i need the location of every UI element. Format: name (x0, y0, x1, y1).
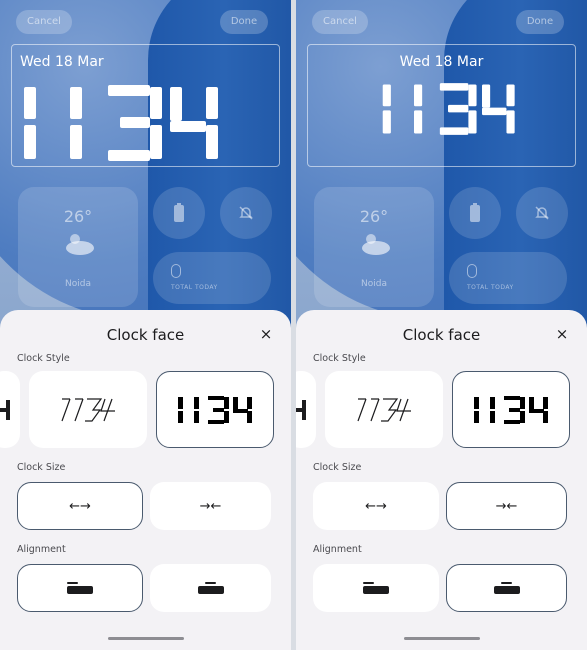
battery-icon (153, 187, 205, 239)
steps-widget[interactable]: TOTAL TODAY (449, 252, 567, 304)
clock-size-large[interactable]: ←→ (17, 482, 143, 530)
clock-style-option-thin[interactable] (29, 371, 147, 448)
clock-preview[interactable]: Wed 18 Mar (307, 44, 576, 167)
weather-city: Noida (65, 279, 91, 289)
clock-face-sheet: Clock face × Clock Style Clock Size ←→ →… (0, 310, 291, 650)
clock-style-option-bold[interactable] (452, 371, 570, 448)
alignment-center[interactable] (446, 564, 567, 612)
thin-clock-glyph (357, 397, 411, 422)
alignment-left[interactable] (313, 564, 439, 612)
lockscreen-wallpaper: Cancel Done Wed 18 Mar 26° Noida TOTAL T… (0, 0, 291, 340)
weather-city: Noida (361, 279, 387, 289)
home-indicator (404, 637, 480, 640)
bell-off-icon (220, 187, 272, 239)
lock-time-small (380, 83, 516, 135)
cloudy-sun-icon (66, 234, 94, 255)
cancel-button[interactable]: Cancel (16, 10, 72, 34)
bold-clock-glyph (178, 395, 252, 424)
close-icon[interactable]: × (553, 325, 571, 343)
done-button[interactable]: Done (516, 10, 564, 34)
alignment-label: Alignment (313, 544, 362, 555)
lock-date: Wed 18 Mar (20, 54, 104, 70)
shrink-arrows-icon: →← (199, 498, 222, 514)
right-screen: Cancel Done Wed 18 Mar 26° Noida TOTAL T… (296, 0, 587, 650)
left-screen: Cancel Done Wed 18 Mar 26° Noida TOTAL T… (0, 0, 291, 650)
battery-widget[interactable] (449, 187, 501, 239)
expand-arrows-icon: ←→ (69, 498, 91, 514)
mute-widget[interactable] (220, 187, 272, 239)
clock-style-option-thin[interactable] (325, 371, 443, 448)
footprint-icon (171, 264, 181, 278)
alignment-left[interactable] (17, 564, 143, 612)
thin-clock-glyph (61, 397, 115, 422)
alignment-center[interactable] (150, 564, 271, 612)
close-icon[interactable]: × (257, 325, 275, 343)
clock-size-large[interactable]: ←→ (313, 482, 439, 530)
align-center-icon (197, 582, 224, 594)
steps-label: TOTAL TODAY (467, 284, 514, 291)
cloudy-sun-icon (362, 234, 390, 255)
bell-off-icon (516, 187, 568, 239)
done-button[interactable]: Done (220, 10, 268, 34)
home-indicator (108, 637, 184, 640)
sheet-title: Clock face (106, 326, 185, 344)
clock-size-label: Clock Size (17, 462, 66, 473)
steps-label: TOTAL TODAY (171, 284, 218, 291)
expand-arrows-icon: ←→ (365, 498, 387, 514)
mute-widget[interactable] (516, 187, 568, 239)
weather-temp: 26° (63, 207, 93, 226)
weather-temp: 26° (359, 207, 389, 226)
clock-size-small[interactable]: →← (150, 482, 271, 530)
clock-size-label: Clock Size (313, 462, 362, 473)
clock-preview[interactable]: Wed 18 Mar (11, 44, 280, 167)
weather-widget[interactable]: 26° Noida (18, 187, 138, 307)
align-center-icon (493, 582, 520, 594)
lockscreen-wallpaper: Cancel Done Wed 18 Mar 26° Noida TOTAL T… (296, 0, 587, 340)
lock-time-large (20, 85, 220, 161)
clock-style-option-partial[interactable] (0, 371, 20, 448)
footprint-icon (467, 264, 477, 278)
clock-face-sheet: Clock face × Clock Style Clock Size ←→ →… (296, 310, 587, 650)
lock-date: Wed 18 Mar (399, 54, 484, 70)
clock-style-option-partial[interactable] (296, 371, 316, 448)
steps-widget[interactable]: TOTAL TODAY (153, 252, 271, 304)
battery-icon (449, 187, 501, 239)
shrink-arrows-icon: →← (495, 498, 518, 514)
bold-clock-glyph (474, 395, 548, 424)
clock-style-label: Clock Style (17, 353, 70, 364)
cancel-button[interactable]: Cancel (312, 10, 368, 34)
sheet-title: Clock face (402, 326, 481, 344)
align-left-icon (67, 582, 93, 594)
align-left-icon (363, 582, 389, 594)
weather-widget[interactable]: 26° Noida (314, 187, 434, 307)
clock-style-label: Clock Style (313, 353, 366, 364)
clock-style-option-bold[interactable] (156, 371, 274, 448)
battery-widget[interactable] (153, 187, 205, 239)
alignment-label: Alignment (17, 544, 66, 555)
clock-size-small[interactable]: →← (446, 482, 567, 530)
